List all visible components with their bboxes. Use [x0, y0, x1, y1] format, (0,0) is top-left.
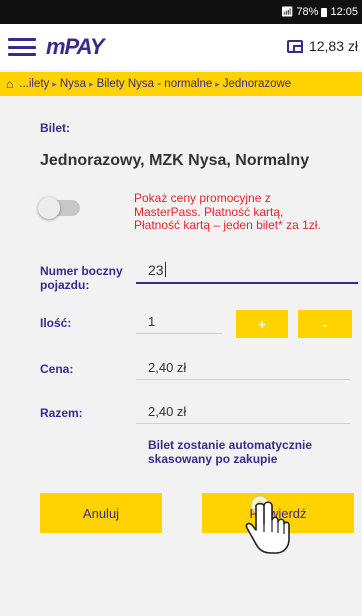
chevron-right-icon: ▸: [89, 78, 94, 89]
battery-level: 78%: [296, 6, 319, 18]
status-bar: 📶︎ 78% 12:05: [0, 0, 362, 24]
battery-icon: [321, 7, 328, 17]
breadcrumb-item[interactable]: ...ilety: [19, 78, 49, 90]
quantity-underline: [136, 333, 222, 334]
quantity-input[interactable]: 1: [136, 314, 155, 329]
clock: 12:05: [330, 6, 358, 18]
chevron-right-icon: ▸: [52, 78, 57, 89]
promo-toggle[interactable]: [38, 197, 80, 219]
promo-line: MasterPass. Płatność kartą,: [134, 204, 284, 219]
chevron-right-icon: ▸: [215, 78, 220, 89]
quantity-label: Ilość:: [40, 316, 72, 330]
total-value: 2,40 zł: [148, 404, 187, 419]
total-underline: [136, 423, 350, 424]
price-underline: [136, 379, 350, 380]
wifi-signal-icon: 📶︎: [280, 6, 294, 18]
cancel-button[interactable]: Anuluj: [40, 493, 162, 533]
phone-screen: 📶︎ 78% 12:05 mPAY 12,83 zł ⌂ ...ilety ▸ …: [0, 0, 362, 616]
ticket-label: Bilet:: [40, 121, 70, 135]
label-line: Numer boczny: [40, 264, 123, 278]
tap-hand-icon: [245, 495, 290, 554]
ticket-name: Jednorazowy, MZK Nysa, Normalny: [40, 152, 310, 169]
quantity-minus-button[interactable]: -: [298, 310, 352, 338]
home-icon[interactable]: ⌂: [6, 77, 13, 91]
breadcrumb-item[interactable]: Nysa: [60, 78, 86, 90]
quantity-plus-button[interactable]: +: [236, 310, 288, 338]
balance-amount: 12,83 zł: [308, 38, 358, 54]
price-value: 2,40 zł: [148, 360, 187, 375]
wallet-balance[interactable]: 12,83 zł: [286, 38, 358, 54]
app-header: mPAY 12,83 zł: [0, 24, 362, 70]
vehicle-number-label: Numer boczny pojazdu:: [40, 264, 123, 292]
breadcrumb: ⌂ ...ilety ▸ Nysa ▸ Bilety Nysa - normal…: [0, 72, 362, 96]
label-line: pojazdu:: [40, 278, 90, 292]
promo-text: Pokaż ceny promocyjne z MasterPass. Płat…: [134, 191, 358, 233]
notice-line: Bilet zostanie automatycznie: [148, 438, 313, 452]
breadcrumb-item[interactable]: Jednorazowe: [223, 78, 291, 90]
price-label: Cena:: [40, 362, 74, 376]
total-label: Razem:: [40, 406, 83, 420]
wallet-icon: [286, 39, 303, 53]
vehicle-number-underline: [136, 282, 358, 284]
toggle-knob: [38, 197, 60, 219]
vehicle-number-input[interactable]: 23: [136, 262, 166, 278]
promo-line: Płatność kartą – jeden bilet* za 1zł.: [134, 218, 321, 232]
breadcrumb-item[interactable]: Bilety Nysa - normalne: [97, 78, 213, 90]
notice-line: skasowany po zakupie: [148, 452, 278, 466]
vehicle-number-value: 23: [148, 262, 164, 278]
menu-icon[interactable]: [8, 38, 36, 56]
auto-validation-notice: Bilet zostanie automatycznie skasowany p…: [148, 438, 358, 466]
text-cursor: [164, 262, 166, 277]
mpay-logo: mPAY: [46, 34, 105, 59]
promo-line: Pokaż ceny promocyjne z: [134, 191, 271, 205]
